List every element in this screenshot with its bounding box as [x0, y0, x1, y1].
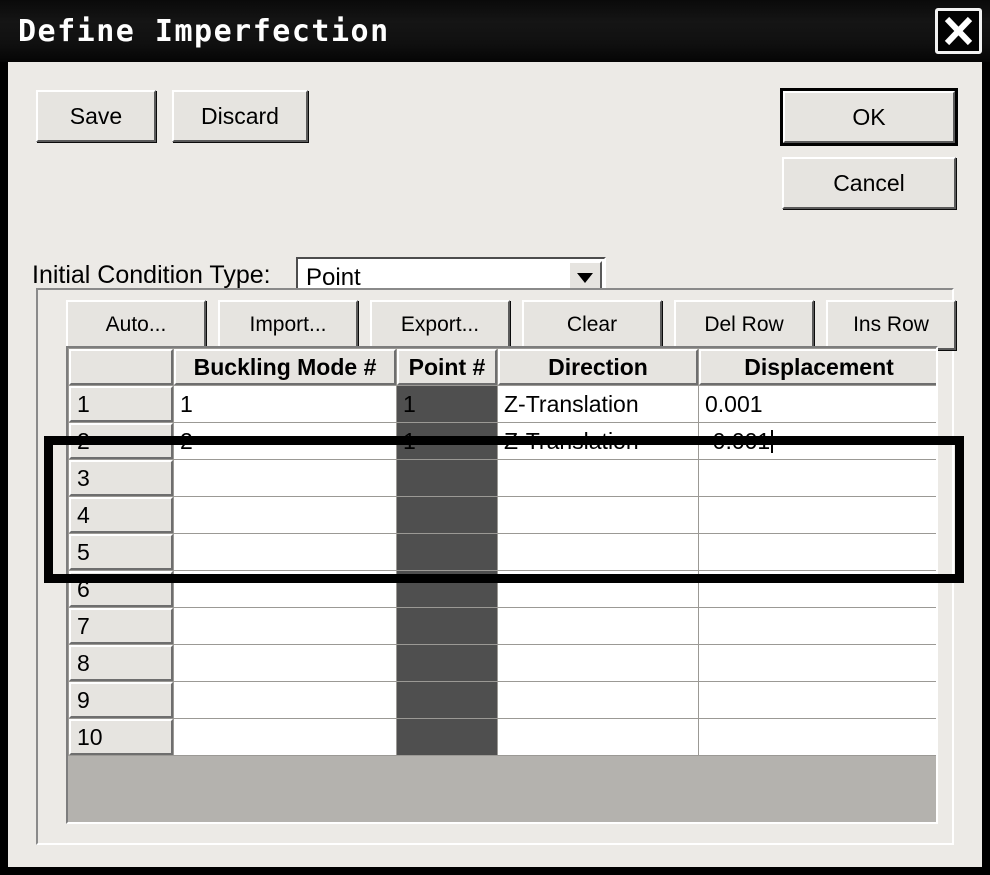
define-imperfection-dialog: Define Imperfection Save Discard OK Canc…: [0, 0, 990, 875]
cell-buckling-mode[interactable]: 1: [174, 386, 396, 422]
row-header-cell[interactable]: 10: [69, 719, 173, 755]
table-row[interactable]: 221Z-Translation-0.001: [69, 423, 938, 459]
cell-buckling-mode[interactable]: [174, 571, 396, 607]
table-body: 111Z-Translation0.001221Z-Translation-0.…: [69, 386, 938, 755]
row-header-cell[interactable]: 6: [69, 571, 173, 607]
del-row-button[interactable]: Del Row: [674, 300, 814, 350]
cell-buckling-mode[interactable]: [174, 460, 396, 496]
cell-direction[interactable]: [498, 645, 698, 681]
table-row[interactable]: 111Z-Translation0.001: [69, 386, 938, 422]
cell-direction[interactable]: [498, 460, 698, 496]
imperfection-data-grid[interactable]: Buckling Mode # Point # Direction Displa…: [66, 346, 938, 824]
cell-direction[interactable]: Z-Translation: [498, 386, 698, 422]
row-header-cell[interactable]: 7: [69, 608, 173, 644]
save-button[interactable]: Save: [36, 90, 156, 142]
table-header-row: Buckling Mode # Point # Direction Displa…: [69, 349, 938, 385]
table-row[interactable]: 5: [69, 534, 938, 570]
import-button[interactable]: Import...: [218, 300, 358, 350]
cell-displacement-text: -0.001: [705, 428, 770, 454]
table-head: Buckling Mode # Point # Direction Displa…: [69, 349, 938, 385]
cell-displacement[interactable]: [699, 534, 938, 570]
table-row[interactable]: 7: [69, 608, 938, 644]
close-button[interactable]: [935, 8, 982, 54]
column-header-index[interactable]: [69, 349, 173, 385]
cell-point[interactable]: [397, 460, 497, 496]
cell-displacement[interactable]: [699, 460, 938, 496]
cancel-button[interactable]: Cancel: [782, 157, 956, 209]
cell-direction[interactable]: [498, 608, 698, 644]
table-row[interactable]: 10: [69, 719, 938, 755]
text-caret: [771, 430, 773, 453]
close-x-icon: [938, 11, 979, 51]
cell-displacement[interactable]: [699, 719, 938, 755]
column-header-displacement[interactable]: Displacement: [699, 349, 938, 385]
cell-displacement[interactable]: [699, 571, 938, 607]
column-header-point[interactable]: Point #: [397, 349, 497, 385]
cell-direction[interactable]: [498, 682, 698, 718]
cell-direction[interactable]: [498, 497, 698, 533]
dialog-client-area: Save Discard OK Cancel Initial Condition…: [8, 62, 982, 867]
cell-buckling-mode[interactable]: [174, 719, 396, 755]
column-header-direction[interactable]: Direction: [498, 349, 698, 385]
window-title: Define Imperfection: [18, 14, 390, 49]
ins-row-button[interactable]: Ins Row: [826, 300, 956, 350]
row-header-cell[interactable]: 5: [69, 534, 173, 570]
cell-displacement[interactable]: [699, 645, 938, 681]
row-header-cell[interactable]: 4: [69, 497, 173, 533]
row-header-cell[interactable]: 8: [69, 645, 173, 681]
cell-point[interactable]: 1: [397, 386, 497, 422]
cell-point[interactable]: [397, 645, 497, 681]
cell-direction[interactable]: [498, 571, 698, 607]
column-header-buckling-mode[interactable]: Buckling Mode #: [174, 349, 396, 385]
cell-buckling-mode[interactable]: [174, 645, 396, 681]
cell-buckling-mode[interactable]: 2: [174, 423, 396, 459]
imperfection-table-group: Auto... Import... Export... Clear Del Ro…: [36, 288, 954, 845]
cell-point[interactable]: [397, 571, 497, 607]
row-header-cell[interactable]: 2: [69, 423, 173, 459]
cell-displacement[interactable]: 0.001: [699, 386, 938, 422]
cell-buckling-mode[interactable]: [174, 608, 396, 644]
initial-condition-type-label: Initial Condition Type:: [32, 261, 271, 290]
ok-button-default-frame: OK: [780, 88, 958, 146]
table-row[interactable]: 3: [69, 460, 938, 496]
cell-buckling-mode[interactable]: [174, 497, 396, 533]
cell-point[interactable]: [397, 534, 497, 570]
ok-button[interactable]: OK: [783, 91, 955, 143]
cell-direction[interactable]: [498, 719, 698, 755]
table-row[interactable]: 6: [69, 571, 938, 607]
auto-button[interactable]: Auto...: [66, 300, 206, 350]
cell-displacement[interactable]: [699, 682, 938, 718]
cell-buckling-mode[interactable]: [174, 682, 396, 718]
cell-buckling-mode[interactable]: [174, 534, 396, 570]
chevron-down-glyph: [577, 273, 593, 283]
title-bar: Define Imperfection: [0, 0, 990, 62]
table-row[interactable]: 4: [69, 497, 938, 533]
cell-point[interactable]: [397, 497, 497, 533]
cell-direction[interactable]: Z-Translation: [498, 423, 698, 459]
cell-point[interactable]: [397, 682, 497, 718]
row-header-cell[interactable]: 1: [69, 386, 173, 422]
table-row[interactable]: 8: [69, 645, 938, 681]
cell-point[interactable]: [397, 719, 497, 755]
cell-direction[interactable]: [498, 534, 698, 570]
cell-displacement[interactable]: [699, 497, 938, 533]
discard-button[interactable]: Discard: [172, 90, 308, 142]
cell-displacement[interactable]: -0.001: [699, 423, 938, 459]
row-header-cell[interactable]: 9: [69, 682, 173, 718]
cell-displacement[interactable]: [699, 608, 938, 644]
imperfection-table: Buckling Mode # Point # Direction Displa…: [68, 348, 938, 756]
clear-button[interactable]: Clear: [522, 300, 662, 350]
row-header-cell[interactable]: 3: [69, 460, 173, 496]
cell-point[interactable]: [397, 608, 497, 644]
export-button[interactable]: Export...: [370, 300, 510, 350]
table-row[interactable]: 9: [69, 682, 938, 718]
cell-point[interactable]: 1: [397, 423, 497, 459]
